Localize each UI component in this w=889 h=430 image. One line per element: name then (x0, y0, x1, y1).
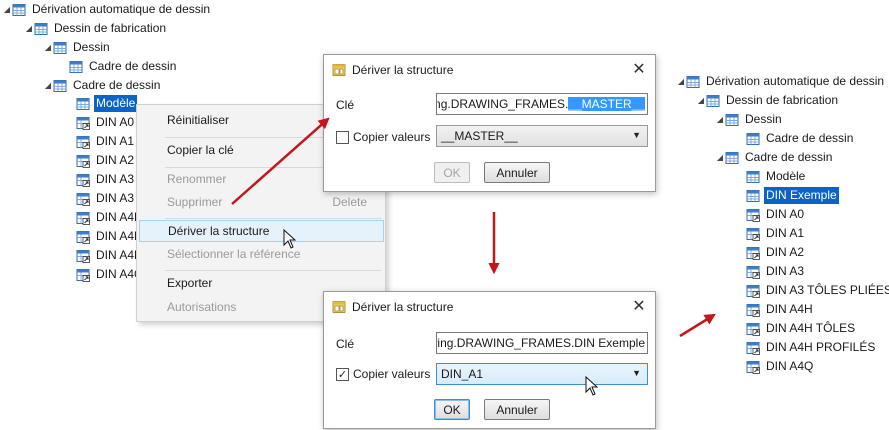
cursor-icon (585, 375, 599, 396)
arrow-to-dialog-icon (231, 117, 330, 205)
annotation-overlay (231, 117, 716, 396)
cursor-icon (283, 228, 297, 249)
arrow-to-tree-icon (679, 313, 716, 338)
